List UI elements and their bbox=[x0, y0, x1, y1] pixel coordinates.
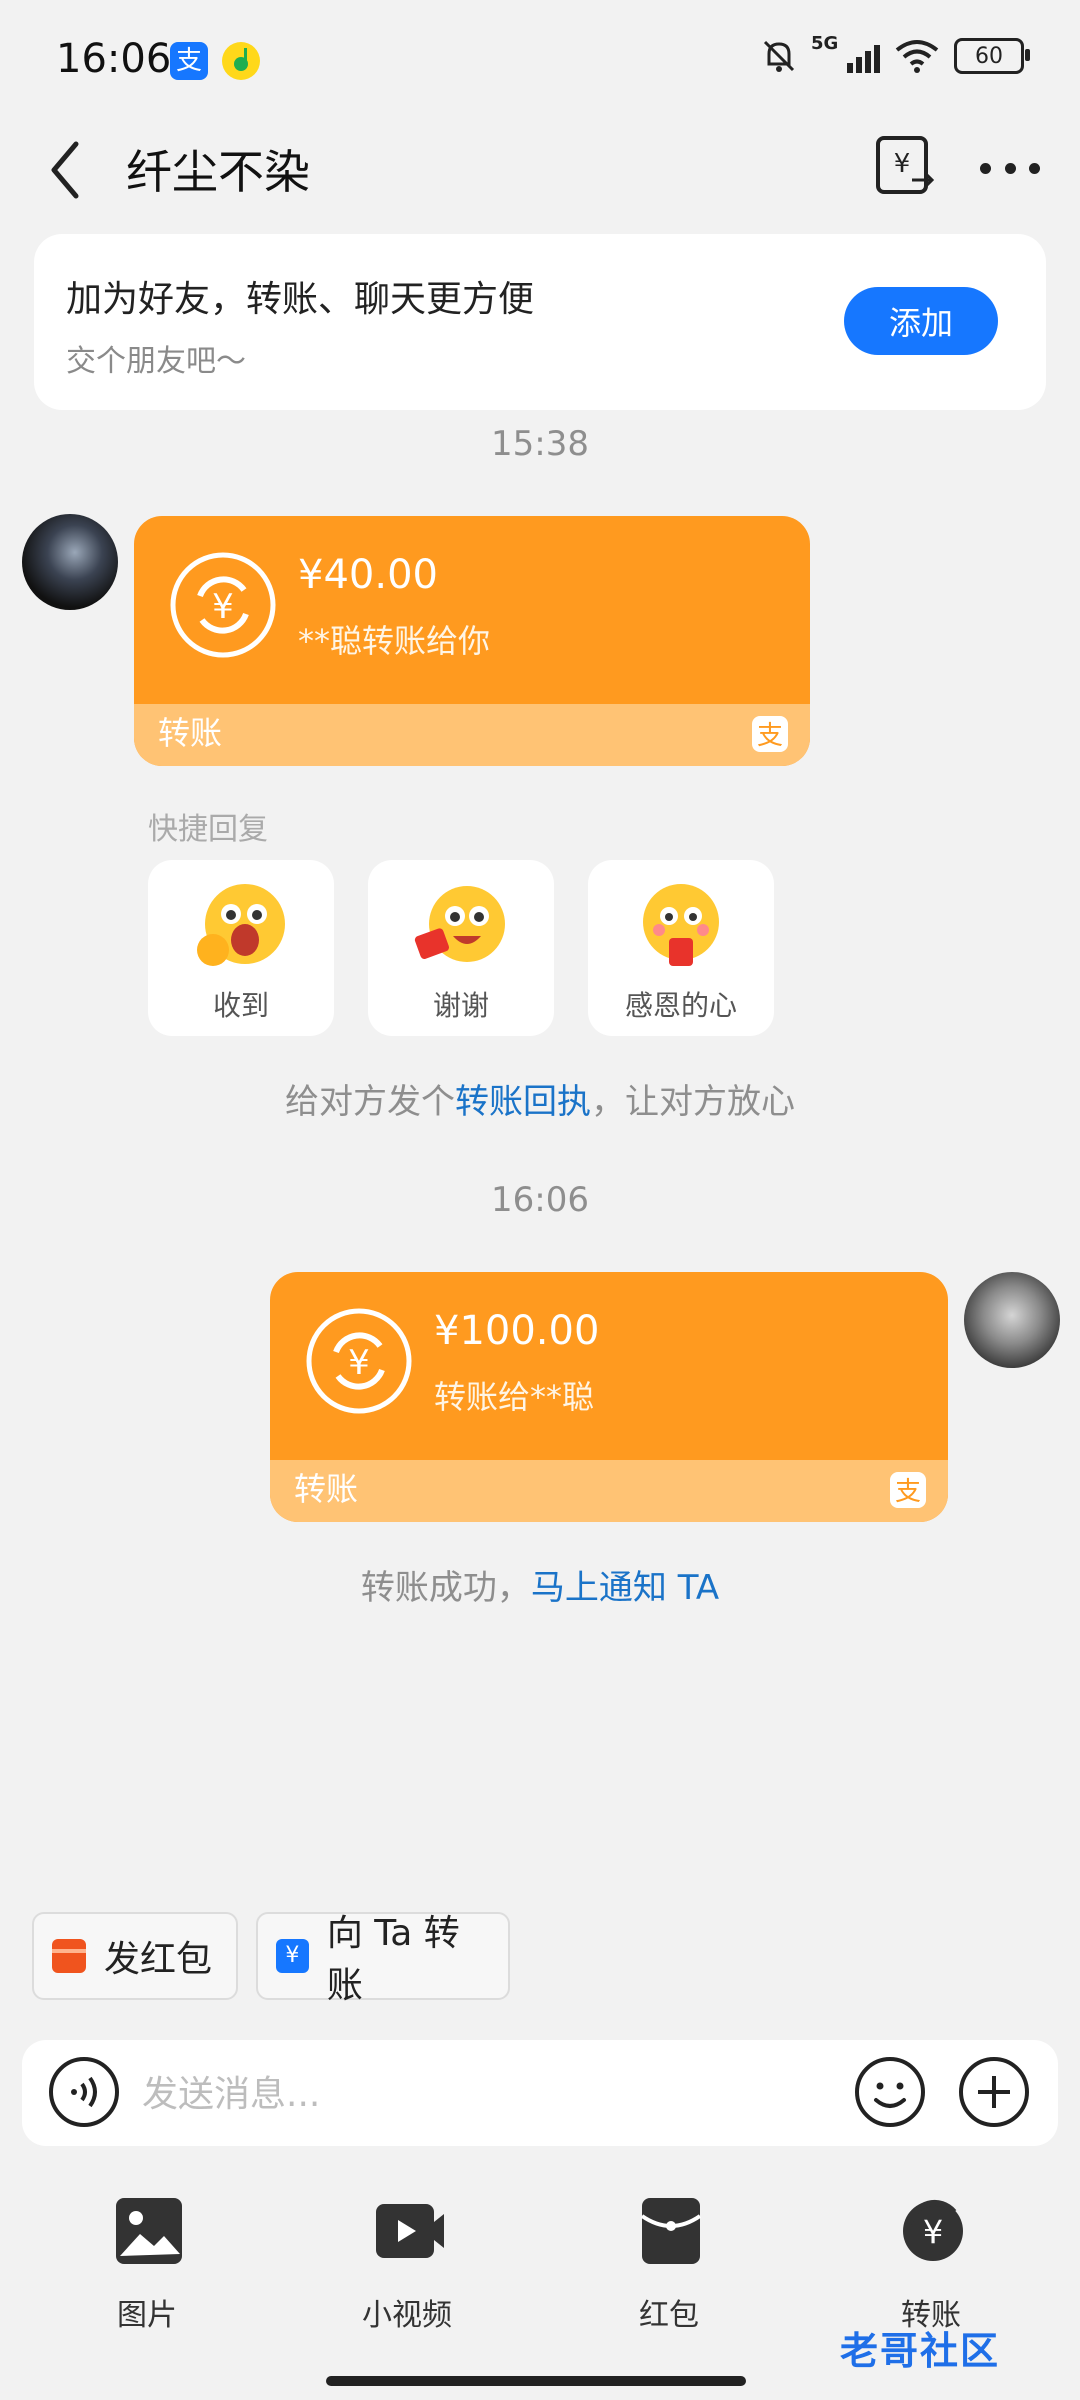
watermark-text: 老哥社区 bbox=[840, 2329, 1001, 2373]
emoji-button[interactable] bbox=[854, 2056, 926, 2128]
transfer-card-icon: ¥ bbox=[276, 1939, 309, 1973]
quick-reply-text: 谢谢 bbox=[432, 989, 489, 1022]
chevron-left-icon bbox=[51, 141, 79, 199]
transfer-header-button[interactable]: ¥ bbox=[872, 132, 938, 198]
image-icon bbox=[116, 2198, 182, 2264]
receipt-hint: 给对方发个转账回执，让对方放心 bbox=[0, 1074, 1080, 1123]
svg-text:¥: ¥ bbox=[348, 1343, 370, 1383]
svg-text:¥: ¥ bbox=[894, 149, 911, 179]
transfer-amount: ¥40.00 bbox=[298, 552, 438, 598]
yuan-exchange-icon: ¥ bbox=[170, 552, 276, 658]
more-dot bbox=[980, 162, 991, 174]
toolbar-red-packet[interactable]: 红包 bbox=[594, 2196, 744, 2336]
success-hint-prefix: 转账成功， bbox=[360, 1568, 531, 1608]
smiley-icon bbox=[855, 2057, 925, 2127]
add-friend-title: 加为好友，转账、聊天更方便 bbox=[66, 279, 535, 320]
wifi-icon bbox=[895, 40, 939, 73]
transfer-amount: ¥100.00 bbox=[434, 1308, 600, 1354]
send-red-packet-chip[interactable]: 发红包 bbox=[32, 1912, 238, 2000]
message-input[interactable] bbox=[140, 2060, 824, 2128]
music-app-icon bbox=[222, 42, 260, 80]
transfer-card-footer bbox=[134, 704, 810, 766]
signal-icon: 5G bbox=[811, 33, 880, 73]
transfer-label: 转账 bbox=[294, 1470, 359, 1508]
incoming-transfer-card[interactable]: ¥ ¥40.00 **聪转账给你 转账 支 bbox=[134, 516, 810, 766]
toolbar-transfer[interactable]: ¥ 转账 bbox=[856, 2196, 1006, 2336]
quick-reply-label: 快捷回复 bbox=[148, 812, 268, 847]
status-right-group: 5G 60 bbox=[759, 33, 1030, 76]
transfer-description: **聪转账给你 bbox=[298, 622, 491, 660]
outgoing-transfer-card[interactable]: ¥ ¥100.00 转账给**聪 转账 支 bbox=[270, 1272, 948, 1522]
transfer-description: 转账给**聪 bbox=[434, 1378, 595, 1416]
quick-reply-grateful[interactable]: 感恩的心 bbox=[588, 860, 774, 1036]
more-dot bbox=[1029, 162, 1040, 174]
receipt-hint-suffix: ，让对方放心 bbox=[591, 1082, 795, 1122]
battery-level: 60 bbox=[975, 43, 1003, 69]
yuan-transfer-icon: ¥ bbox=[876, 136, 935, 194]
alipay-logo-icon: 支 bbox=[752, 716, 788, 752]
notify-link[interactable]: 马上通知 TA bbox=[531, 1568, 719, 1608]
toolbar-label: 图片 bbox=[117, 2298, 177, 2333]
status-time: 16:06 bbox=[56, 36, 172, 82]
battery-icon: 60 bbox=[954, 38, 1030, 74]
home-indicator[interactable] bbox=[326, 2376, 746, 2386]
plus-icon bbox=[959, 2057, 1029, 2127]
add-friend-subtitle: 交个朋友吧～ bbox=[66, 344, 246, 379]
chip-label: 向 Ta 转账 bbox=[326, 1913, 460, 2006]
quick-reply-thanks[interactable]: 谢谢 bbox=[368, 860, 554, 1036]
timestamp: 16:06 bbox=[491, 1180, 589, 1220]
blush-emoji-icon bbox=[643, 884, 719, 966]
quick-reply-received[interactable]: 收到 bbox=[148, 860, 334, 1036]
receipt-link[interactable]: 转账回执 bbox=[455, 1082, 591, 1122]
svg-text:支: 支 bbox=[895, 1477, 921, 1507]
ok-emoji-icon bbox=[197, 884, 285, 966]
quick-reply-text: 收到 bbox=[212, 989, 269, 1022]
receipt-hint-prefix: 给对方发个 bbox=[285, 1082, 455, 1122]
voice-icon bbox=[49, 2057, 119, 2127]
timestamp: 15:38 bbox=[491, 424, 589, 464]
svg-text:¥: ¥ bbox=[923, 2213, 943, 2251]
transfer-label: 转账 bbox=[158, 714, 223, 752]
toolbar-video[interactable]: 小视频 bbox=[332, 2196, 482, 2336]
toolbar-label: 红包 bbox=[639, 2298, 699, 2333]
more-button[interactable] bbox=[980, 150, 1040, 186]
voice-button[interactable] bbox=[48, 2056, 120, 2128]
chip-label: 发红包 bbox=[104, 1939, 213, 1980]
svg-text:支: 支 bbox=[757, 721, 783, 751]
plus-button[interactable] bbox=[958, 2056, 1030, 2128]
more-dot bbox=[1004, 162, 1016, 174]
contact-avatar[interactable] bbox=[22, 514, 118, 610]
add-friend-button[interactable]: 添加 bbox=[844, 287, 998, 355]
video-icon bbox=[376, 2204, 444, 2258]
mute-bell-icon bbox=[763, 40, 795, 72]
watermark-logo: 老哥社区 bbox=[840, 2320, 1000, 2375]
transfer-to-ta-chip[interactable]: ¥ 向 Ta 转账 bbox=[256, 1912, 510, 2006]
svg-text:¥: ¥ bbox=[212, 587, 234, 627]
quick-reply-text: 感恩的心 bbox=[624, 989, 737, 1022]
toolbar-label: 小视频 bbox=[362, 2298, 452, 2333]
my-avatar[interactable] bbox=[964, 1272, 1060, 1368]
red-packet-icon bbox=[640, 2198, 702, 2264]
yuan-circle-icon: ¥ bbox=[903, 2199, 963, 2261]
toolbar-image[interactable]: 图片 bbox=[72, 2196, 222, 2336]
red-packet-emoji-icon bbox=[414, 886, 505, 962]
back-button[interactable] bbox=[40, 130, 100, 210]
red-packet-icon bbox=[52, 1939, 86, 1973]
yuan-exchange-icon: ¥ bbox=[306, 1308, 412, 1414]
alipay-logo-icon: 支 bbox=[890, 1472, 926, 1508]
transfer-card-footer bbox=[270, 1460, 948, 1522]
page-title: 纤尘不染 bbox=[126, 145, 310, 199]
network-type: 5G bbox=[811, 33, 839, 54]
alipay-app-icon: 支 bbox=[170, 42, 208, 80]
success-hint: 转账成功，马上通知 TA bbox=[0, 1560, 1080, 1609]
